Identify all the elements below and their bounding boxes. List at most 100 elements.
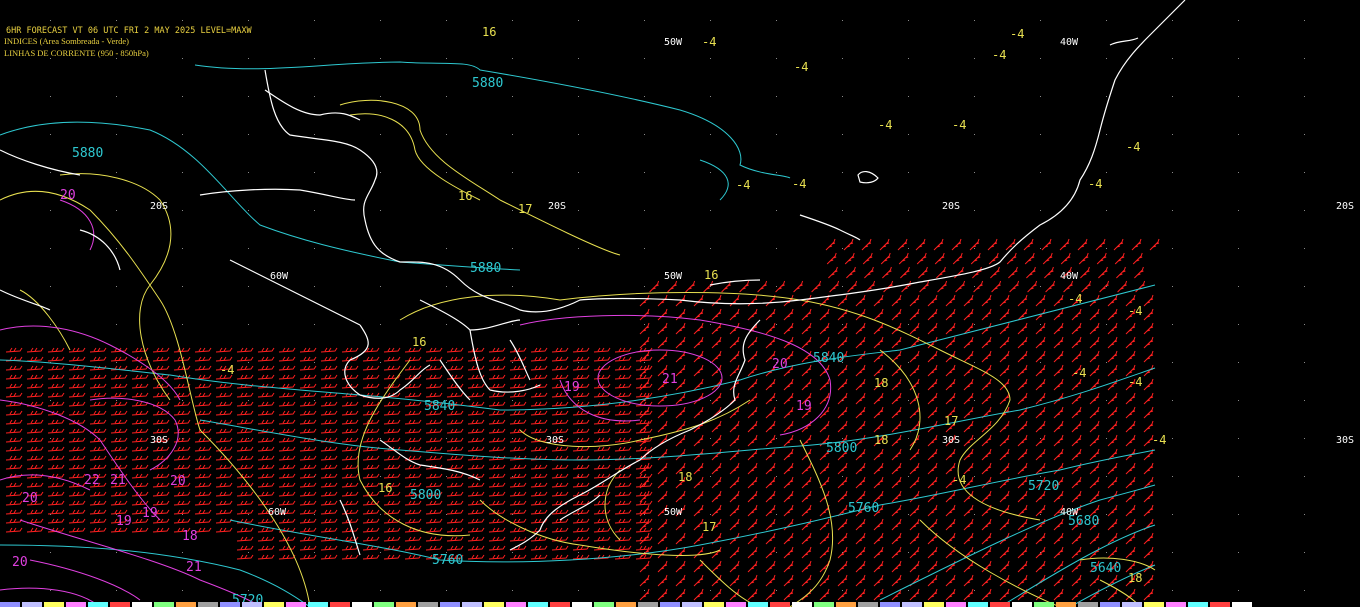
- color-scale-swatch: [968, 602, 988, 607]
- color-scale-swatch: [594, 602, 614, 607]
- grid-dot: [50, 58, 51, 59]
- grid-dot: [1238, 438, 1239, 439]
- lat-label-20s-b: 20S: [548, 201, 566, 212]
- index-label: 16: [412, 335, 426, 349]
- grid-dot: [512, 286, 513, 287]
- grid-dot: [908, 324, 909, 325]
- grid-dot: [116, 172, 117, 173]
- grid-dot: [710, 20, 711, 21]
- grid-dot: [314, 96, 315, 97]
- grid-dot: [842, 20, 843, 21]
- grid-dot: [974, 20, 975, 21]
- grid-dot: [842, 400, 843, 401]
- geo-label: 5640: [1090, 561, 1121, 576]
- lat-label-30s-d: 30S: [1336, 435, 1354, 446]
- index-label-magenta: 19: [564, 380, 580, 395]
- grid-dot: [776, 552, 777, 553]
- grid-dot: [974, 514, 975, 515]
- grid-dot: [1040, 58, 1041, 59]
- grid-dot: [644, 286, 645, 287]
- index-label-magenta: 21: [662, 372, 678, 387]
- color-scale-strip: [0, 602, 1252, 607]
- grid-dot: [908, 134, 909, 135]
- grid-dot: [710, 96, 711, 97]
- grid-dot: [710, 400, 711, 401]
- color-scale-swatch: [858, 602, 878, 607]
- color-scale-swatch: [638, 602, 658, 607]
- grid-dot: [1172, 134, 1173, 135]
- color-scale-swatch: [550, 602, 570, 607]
- grid-dot: [446, 172, 447, 173]
- grid-dot: [248, 514, 249, 515]
- grid-dot: [842, 172, 843, 173]
- grid-dot: [446, 134, 447, 135]
- grid-dot: [1106, 172, 1107, 173]
- grid-dot: [1238, 514, 1239, 515]
- color-scale-swatch: [1100, 602, 1120, 607]
- grid-dot: [1304, 552, 1305, 553]
- index-label-magenta: 22: [84, 473, 100, 488]
- grid-dot: [578, 210, 579, 211]
- grid-dot: [644, 476, 645, 477]
- grid-dot: [1040, 438, 1041, 439]
- color-scale-swatch: [1166, 602, 1186, 607]
- index-label: -4: [220, 363, 234, 377]
- grid-dot: [314, 438, 315, 439]
- grid-dot: [314, 362, 315, 363]
- grid-dot: [776, 134, 777, 135]
- grid-dot: [248, 134, 249, 135]
- grid-dot: [710, 172, 711, 173]
- grid-dot: [1040, 96, 1041, 97]
- grid-dot: [446, 248, 447, 249]
- color-scale-swatch: [418, 602, 438, 607]
- grid-dot: [578, 400, 579, 401]
- grid-dot: [908, 172, 909, 173]
- grid-dot: [1106, 20, 1107, 21]
- grid-dot: [182, 514, 183, 515]
- grid-dot: [776, 438, 777, 439]
- grid-dot: [248, 438, 249, 439]
- color-scale-swatch: [814, 602, 834, 607]
- color-scale-swatch: [176, 602, 196, 607]
- lat-label-30s-a: 30S: [150, 435, 168, 446]
- weather-forecast-map: 6HR FORECAST VT 06 UTC FRI 2 MAY 2025 LE…: [0, 0, 1360, 607]
- grid-dot: [974, 96, 975, 97]
- index-label-magenta: 19: [116, 514, 132, 529]
- grid-dot: [1304, 96, 1305, 97]
- grid-dot: [644, 552, 645, 553]
- index-label: 17: [518, 202, 532, 216]
- grid-dot: [116, 58, 117, 59]
- grid-dot: [50, 324, 51, 325]
- color-scale-swatch: [682, 602, 702, 607]
- grid-dot: [644, 134, 645, 135]
- grid-dot: [974, 286, 975, 287]
- grid-dot: [1238, 590, 1239, 591]
- grid-dot: [1304, 20, 1305, 21]
- grid-dot: [644, 58, 645, 59]
- color-scale-swatch: [572, 602, 592, 607]
- color-scale-swatch: [22, 602, 42, 607]
- grid-dot: [710, 134, 711, 135]
- index-label: 16: [458, 189, 472, 203]
- color-scale-swatch: [110, 602, 130, 607]
- grid-dot: [776, 590, 777, 591]
- grid-dot: [446, 438, 447, 439]
- grid-dot: [182, 552, 183, 553]
- grid-dot: [1106, 552, 1107, 553]
- index-label: 18: [874, 376, 888, 390]
- color-scale-swatch: [330, 602, 350, 607]
- color-scale-swatch: [660, 602, 680, 607]
- grid-dot: [314, 400, 315, 401]
- grid-dot: [908, 210, 909, 211]
- grid-dot: [1106, 96, 1107, 97]
- grid-dot: [578, 58, 579, 59]
- color-scale-swatch: [242, 602, 262, 607]
- grid-dot: [644, 96, 645, 97]
- index-label-magenta: 19: [142, 506, 158, 521]
- geo-label: 5680: [1068, 514, 1099, 529]
- color-scale-swatch: [132, 602, 152, 607]
- index-label: -4: [794, 60, 808, 74]
- grid-dot: [710, 476, 711, 477]
- grid-dot: [512, 210, 513, 211]
- grid-dot: [1304, 210, 1305, 211]
